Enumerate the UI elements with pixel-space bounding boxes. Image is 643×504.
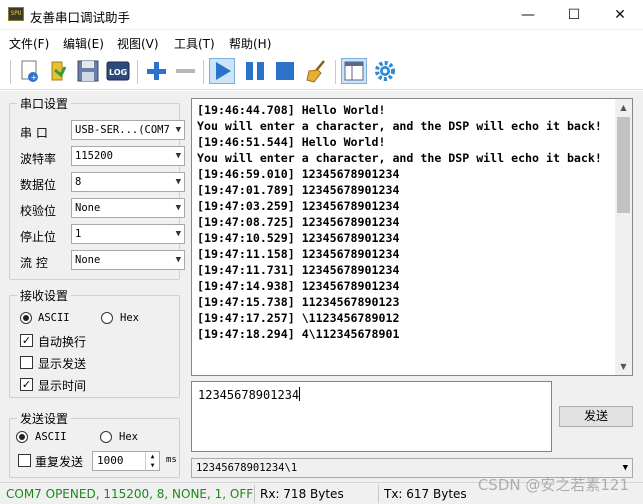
menu-bar: 文件(F) 编辑(E) 视图(V) 工具(T) 帮助(H)	[0, 31, 643, 53]
send-text: 12345678901234	[198, 388, 300, 402]
toolbar: + LOG	[0, 54, 643, 90]
add-icon[interactable]	[143, 58, 169, 84]
status-divider	[254, 485, 255, 503]
tx-ascii-label: ASCII	[35, 431, 67, 443]
menu-file[interactable]: 文件(F)	[9, 35, 49, 52]
menu-edit[interactable]: 编辑(E)	[63, 35, 104, 52]
main-panel: 串口设置 串 口 USB-SER...(COM7 ▼ 波特率 115200 ▼ 数据…	[0, 91, 643, 482]
show-send-checkbox[interactable]	[20, 356, 33, 369]
serial-settings-title: 串口设置	[17, 95, 72, 112]
play-icon[interactable]	[209, 58, 235, 84]
rx-hex-label: Hex	[120, 312, 139, 324]
stop-bits-label: 停止位	[20, 230, 57, 244]
toolbar-separator	[335, 60, 336, 84]
status-divider	[378, 485, 379, 503]
chevron-down-icon: ▼	[175, 151, 181, 161]
show-send-label: 显示发送	[38, 357, 87, 371]
toolbar-separator	[10, 60, 11, 84]
svg-text:LOG: LOG	[109, 68, 127, 77]
receive-settings-group: 接收设置 ASCII Hex ✓ 自动换行 显示发送 ✓ 显示时间	[9, 287, 180, 398]
svg-text:+: +	[31, 73, 38, 82]
app-icon: SPU	[8, 7, 24, 21]
remove-icon[interactable]	[172, 58, 198, 84]
rx-ascii-label: ASCII	[38, 312, 70, 324]
tx-ascii-radio[interactable]	[16, 431, 28, 443]
toolbar-separator	[203, 60, 204, 84]
chevron-down-icon: ▼	[175, 177, 181, 187]
rx-hex-radio[interactable]	[101, 312, 113, 324]
parity-select[interactable]: None ▼	[71, 198, 185, 218]
scroll-up-icon[interactable]: ▲	[615, 99, 632, 116]
serial-settings-group: 串口设置 串 口 USB-SER...(COM7 ▼ 波特率 115200 ▼ 数据…	[9, 95, 185, 280]
tx-hex-label: Hex	[119, 431, 138, 443]
chevron-down-icon: ▼	[175, 125, 181, 135]
save-icon[interactable]	[75, 58, 101, 84]
minimize-button[interactable]: —	[505, 0, 551, 30]
log-icon[interactable]: LOG	[105, 58, 131, 84]
port-label: 串 口	[20, 126, 48, 140]
pause-icon[interactable]	[242, 58, 268, 84]
repeat-send-label: 重复发送	[35, 455, 84, 469]
chevron-down-icon: ▼	[175, 203, 181, 213]
baud-select[interactable]: 115200 ▼	[71, 146, 185, 166]
baud-label: 波特率	[20, 152, 57, 166]
maximize-button[interactable]: ☐	[551, 0, 597, 30]
port-status: COM7 OPENED, 115200, 8, NONE, 1, OFF	[6, 487, 254, 501]
text-caret	[299, 387, 301, 401]
watermark: CSDN @安之若素121	[477, 476, 629, 494]
flow-control-label: 流 控	[20, 256, 48, 270]
data-bits-label: 数据位	[20, 178, 57, 192]
stop-bits-select[interactable]: 1 ▼	[71, 224, 185, 244]
close-button[interactable]: ✕	[597, 0, 643, 30]
stop-icon[interactable]	[272, 58, 298, 84]
receive-settings-title: 接收设置	[17, 287, 72, 304]
rx-ascii-radio[interactable]	[20, 312, 32, 324]
port-select[interactable]: USB-SER...(COM7 ▼	[71, 120, 185, 140]
tx-hex-radio[interactable]	[100, 431, 112, 443]
clear-broom-icon[interactable]	[304, 58, 330, 84]
receive-textarea[interactable]: [19:46:44.708] Hello World! You will ent…	[191, 98, 633, 376]
show-time-label: 显示时间	[38, 379, 87, 393]
scroll-down-icon[interactable]: ▼	[615, 358, 632, 375]
auto-wrap-checkbox[interactable]: ✓	[20, 334, 33, 347]
window-title: 友善串口调试助手	[30, 10, 131, 25]
menu-view[interactable]: 视图(V)	[117, 35, 159, 52]
interval-unit-label: ms	[166, 455, 177, 465]
title-bar: SPU 友善串口调试助手 — ☐ ✕	[0, 0, 643, 30]
send-settings-title: 发送设置	[17, 410, 72, 427]
scroll-thumb[interactable]	[617, 117, 630, 213]
receive-text: [19:46:44.708] Hello World! You will ent…	[197, 103, 602, 341]
auto-wrap-label: 自动换行	[38, 335, 87, 349]
layout-icon[interactable]	[341, 58, 367, 84]
data-bits-select[interactable]: 8 ▼	[71, 172, 185, 192]
settings-gear-icon[interactable]	[372, 58, 398, 84]
rx-count: Rx: 718 Bytes	[260, 487, 344, 501]
chevron-down-icon: ▼	[175, 255, 181, 265]
menu-tools[interactable]: 工具(T)	[174, 35, 215, 52]
repeat-interval-stepper[interactable]: 1000 ▲ ▼	[92, 451, 160, 471]
tx-count: Tx: 617 Bytes	[384, 487, 467, 501]
open-icon[interactable]	[46, 58, 72, 84]
send-settings-group: 发送设置 ASCII Hex 重复发送 1000 ▲ ▼ ms	[9, 410, 180, 478]
chevron-down-icon: ▼	[175, 229, 181, 239]
flow-control-select[interactable]: None ▼	[71, 250, 185, 270]
receive-scrollbar[interactable]: ▲ ▼	[615, 99, 632, 375]
parity-label: 校验位	[20, 204, 57, 218]
send-button[interactable]: 发送	[559, 406, 633, 427]
send-textarea[interactable]: 12345678901234	[191, 381, 552, 452]
menu-help[interactable]: 帮助(H)	[229, 35, 271, 52]
show-time-checkbox[interactable]: ✓	[20, 378, 33, 391]
new-connection-icon[interactable]: +	[17, 58, 43, 84]
stepper-arrows-icon[interactable]: ▲ ▼	[145, 452, 159, 470]
repeat-send-checkbox[interactable]	[18, 454, 31, 467]
toolbar-separator	[137, 60, 138, 84]
